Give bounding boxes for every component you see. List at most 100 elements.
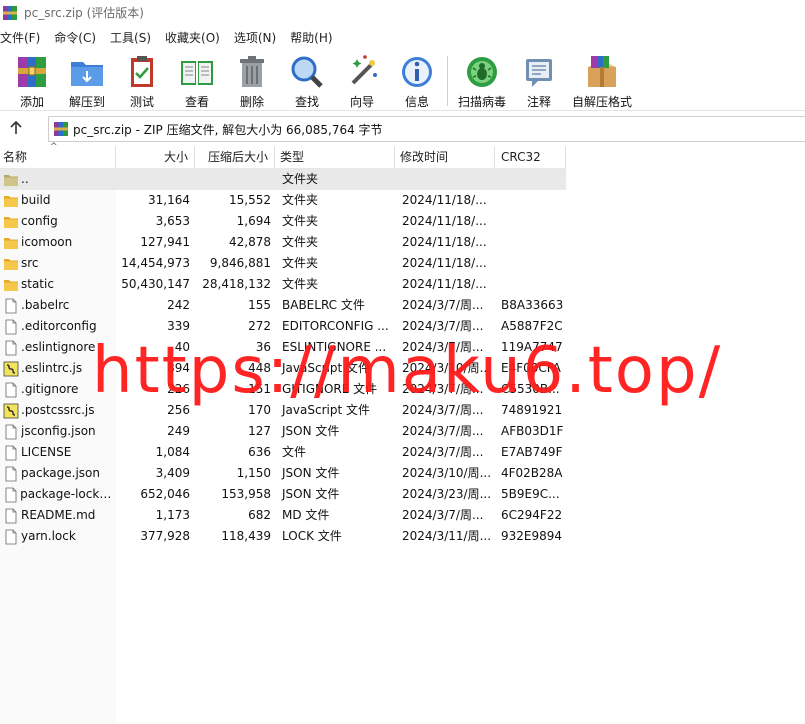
file-icon — [3, 319, 21, 335]
column-crc-label: CRC32 — [501, 150, 541, 164]
cell-name: config — [0, 211, 116, 232]
table-row[interactable]: .editorconfig 339 272 EDITORCONFIG ... 2024/… — [0, 316, 566, 337]
menu-options[interactable]: 选项(N) — [234, 29, 283, 46]
column-header-packed[interactable]: 压缩后大小 — [195, 146, 275, 168]
column-header-crc[interactable]: CRC32 — [495, 146, 566, 168]
menu-favorites[interactable]: 收藏夹(O) — [165, 29, 227, 46]
file-size: 377,928 — [140, 529, 190, 543]
file-crc — [495, 169, 566, 190]
table-row[interactable]: config 3,653 1,694 文件夹 2024/11/18/... — [0, 211, 566, 232]
file-modified: 2024/3/10/周... — [402, 466, 492, 480]
file-crc: 4F02B28A — [501, 466, 563, 480]
folder-up-icon — [3, 172, 21, 188]
table-row[interactable]: .babelrc 242 155 BABELRC 文件 2024/3/7/周... B8A… — [0, 295, 566, 316]
toolbar: 添加 解压到 测试 查看 删除 查找 向导 信息 扫描病毒 注释 自解压格式 — [0, 50, 805, 111]
table-row[interactable]: package-lock.j... 652,046 153,958 JSON 文件 20… — [0, 484, 566, 505]
virus-scan-button[interactable]: 扫描病毒 — [454, 53, 510, 110]
table-row[interactable]: src 14,454,973 9,846,881 文件夹 2024/11/18/... — [0, 253, 566, 274]
file-modified — [395, 169, 495, 190]
table-row[interactable]: .postcssrc.js 256 170 JavaScript 文件 2024/3/7… — [0, 400, 566, 421]
file-modified: 2024/3/7/周... — [402, 319, 484, 333]
comment-note-icon — [526, 59, 552, 87]
file-icon — [3, 298, 21, 314]
find-button[interactable]: 查找 — [279, 53, 335, 110]
column-header-name[interactable]: ^ 名称 — [0, 142, 116, 168]
comment-button[interactable]: 注释 — [511, 53, 567, 110]
file-packed-size: 127 — [248, 424, 271, 438]
file-icon — [3, 340, 21, 356]
file-type: ESLINTIGNORE ... — [282, 340, 387, 354]
file-name: static — [21, 277, 54, 291]
cell-name: jsconfig.json — [0, 421, 116, 442]
file-crc: B8A33663 — [501, 298, 564, 312]
zip-archive-icon — [54, 122, 68, 136]
file-type: BABELRC 文件 — [282, 298, 365, 312]
file-modified: 2024/11/18/... — [402, 193, 487, 207]
cell-name: package-lock.j... — [0, 484, 116, 505]
table-row[interactable]: jsconfig.json 249 127 JSON 文件 2024/3/7/周... A… — [0, 421, 566, 442]
table-row[interactable]: package.json 3,409 1,150 JSON 文件 2024/3/10/周… — [0, 463, 566, 484]
path-field[interactable]: pc_src.zip - ZIP 压缩文件, 解包大小为 66,085,764 … — [48, 116, 805, 142]
table-row[interactable]: .gitignore 226 151 GITIGNORE 文件 2024/3/7/周..… — [0, 379, 566, 400]
file-packed-size: 272 — [248, 319, 271, 333]
file-name: package.json — [21, 466, 101, 480]
cell-name: LICENSE — [0, 442, 116, 463]
column-header-size[interactable]: 大小 — [116, 146, 195, 168]
file-crc: 5B9E9C... — [501, 487, 560, 501]
up-arrow-icon[interactable] — [8, 120, 24, 136]
file-modified: 2024/11/18/... — [402, 277, 487, 291]
wizard-button[interactable]: 向导 — [334, 53, 390, 110]
table-row[interactable]: yarn.lock 377,928 118,439 LOCK 文件 2024/3/11/… — [0, 526, 566, 547]
file-type: JSON 文件 — [282, 424, 340, 438]
file-name: icomoon — [21, 235, 73, 249]
file-name: build — [21, 193, 51, 207]
winrar-app-icon — [3, 5, 17, 20]
view-button[interactable]: 查看 — [169, 53, 225, 110]
extract-to-button[interactable]: 解压到 — [59, 53, 115, 110]
file-crc: 74891921 — [501, 403, 563, 417]
menu-tools[interactable]: 工具(S) — [110, 29, 158, 46]
table-row[interactable]: LICENSE 1,084 636 文件 2024/3/7/周... E7AB749F — [0, 442, 566, 463]
file-modified: 2024/3/7/周... — [402, 298, 484, 312]
delete-label: 删除 — [239, 95, 264, 109]
table-row[interactable]: .eslintrc.js 894 448 JavaScript 文件 2024/3/10… — [0, 358, 566, 379]
table-row[interactable]: icomoon 127,941 42,878 文件夹 2024/11/18/... — [0, 232, 566, 253]
file-list-header: ^ 名称 大小 压缩后大小 类型 修改时间 CRC32 — [0, 142, 566, 169]
menu-help[interactable]: 帮助(H) — [290, 29, 339, 46]
file-icon — [3, 508, 21, 524]
file-icon — [3, 382, 21, 398]
add-button[interactable]: 添加 — [4, 53, 60, 110]
info-button[interactable]: 信息 — [389, 53, 445, 110]
table-row[interactable]: .eslintignore 40 36 ESLINTIGNORE ... 2024/3/… — [0, 337, 566, 358]
table-row[interactable]: static 50,430,147 28,418,132 文件夹 2024/11/18/… — [0, 274, 566, 295]
file-crc: 119A7747 — [501, 340, 563, 354]
table-row[interactable]: README.md 1,173 682 MD 文件 2024/3/7/周... 6C294… — [0, 505, 566, 526]
file-type: JavaScript 文件 — [282, 361, 370, 375]
file-modified: 2024/3/7/周... — [402, 424, 484, 438]
view-label: 查看 — [184, 95, 209, 109]
column-header-modified[interactable]: 修改时间 — [395, 146, 495, 168]
file-size: 3,409 — [155, 466, 190, 480]
table-row[interactable]: build 31,164 15,552 文件夹 2024/11/18/... — [0, 190, 566, 211]
file-type: JSON 文件 — [282, 487, 340, 501]
table-row-parent[interactable]: .. 文件夹 — [0, 169, 566, 190]
sfx-button[interactable]: 自解压格式 — [572, 53, 632, 110]
file-name: .babelrc — [21, 298, 70, 312]
file-size: 894 — [167, 361, 190, 375]
file-crc: 6C294F22 — [501, 508, 563, 522]
file-modified: 2024/3/11/周... — [402, 529, 492, 543]
delete-button[interactable]: 删除 — [224, 53, 280, 110]
file-size: 127,941 — [140, 235, 190, 249]
file-type: 文件 — [282, 445, 307, 459]
sort-ascending-icon: ^ — [50, 142, 58, 152]
menu-file[interactable]: 文件(F) — [0, 29, 47, 46]
file-crc: E4F00CFA — [501, 361, 561, 375]
file-name: .eslintignore — [21, 340, 96, 354]
file-size: 226 — [167, 382, 190, 396]
column-header-type[interactable]: 类型 — [275, 146, 395, 168]
menu-command[interactable]: 命令(C) — [54, 29, 103, 46]
file-modified: 2024/11/18/... — [402, 235, 487, 249]
file-crc — [495, 232, 566, 253]
test-button[interactable]: 测试 — [114, 53, 170, 110]
toolbar-separator — [447, 56, 448, 106]
